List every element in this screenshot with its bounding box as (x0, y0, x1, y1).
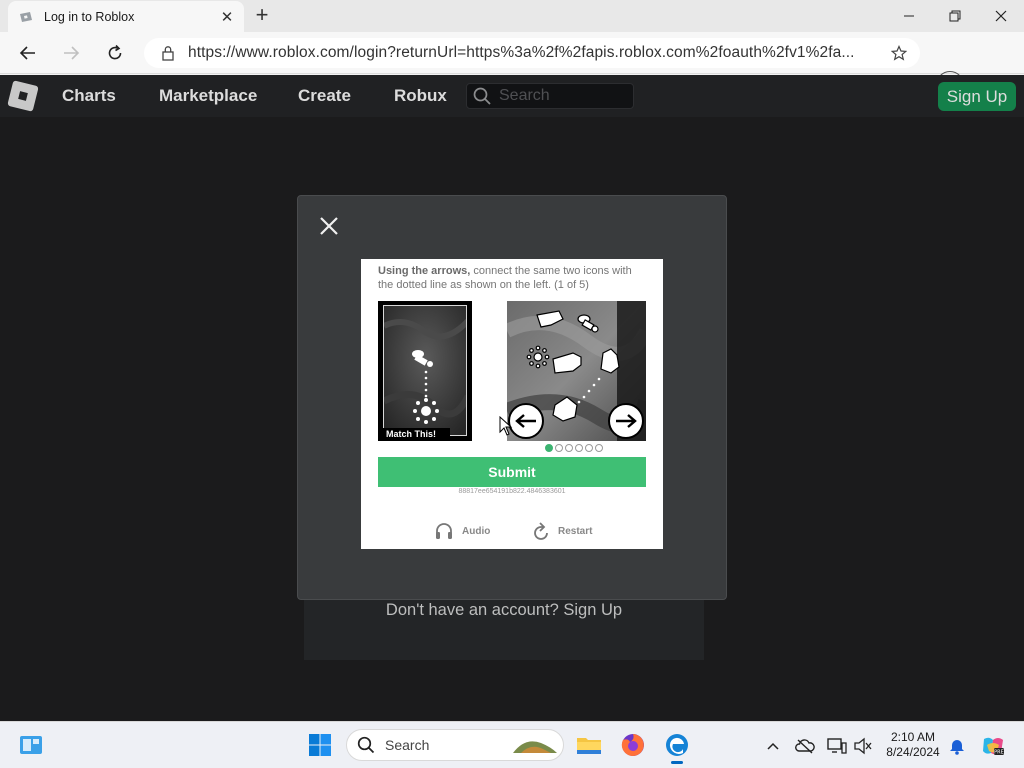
clock-time: 2:10 AM (890, 730, 936, 744)
page-indicator (545, 444, 609, 454)
show-hidden-icons-chevron-icon[interactable] (762, 735, 784, 757)
firefox-icon[interactable] (618, 730, 648, 760)
sun-burst-icon (413, 398, 439, 424)
captcha-instruction: Using the arrows, connect the same two i… (378, 264, 648, 292)
search-icon (473, 87, 491, 105)
forward-button[interactable] (56, 38, 86, 68)
notification-bell-icon[interactable] (946, 735, 968, 757)
search-highlight-image-icon (513, 741, 557, 753)
roblox-favicon-icon (18, 9, 34, 25)
roblox-nav-bar: Charts Marketplace Create Robux Search S… (0, 75, 1024, 117)
nav-link-robux[interactable]: Robux (394, 86, 447, 106)
signup-prompt[interactable]: Don't have an account? Sign Up (304, 601, 704, 620)
search-placeholder: Search (499, 87, 550, 104)
address-bar[interactable]: https://www.roblox.com/login?returnUrl=h… (144, 38, 920, 68)
minimize-button[interactable] (886, 0, 932, 32)
browser-tab-strip: Log in to Roblox ✕ + (0, 0, 1024, 32)
favorite-star-icon[interactable] (888, 45, 910, 61)
page-indicator-dot[interactable] (585, 444, 593, 452)
restart-label: Restart (558, 525, 593, 537)
browser-toolbar: https://www.roblox.com/login?returnUrl=h… (0, 32, 1024, 99)
restart-button[interactable]: Restart (532, 521, 592, 541)
page-indicator-dot[interactable] (545, 444, 553, 452)
new-tab-button[interactable]: + (250, 4, 274, 28)
arrow-right-icon (616, 414, 637, 428)
signup-button[interactable]: Sign Up (938, 82, 1016, 111)
system-clock[interactable]: 2:10 AM 8/24/2024 (880, 730, 946, 760)
arrow-left-button[interactable] (508, 403, 544, 439)
search-icon (357, 736, 375, 754)
reload-button[interactable] (100, 38, 130, 68)
roblox-search-input[interactable]: Search (466, 83, 634, 109)
back-button[interactable] (13, 38, 43, 68)
page-indicator-dot[interactable] (555, 444, 563, 452)
taskbar-search-input[interactable]: Search (346, 729, 564, 761)
edge-icon[interactable] (662, 730, 692, 764)
onedrive-offline-icon[interactable] (794, 735, 816, 757)
roblox-logo-icon[interactable] (7, 80, 39, 112)
clock-date: 8/24/2024 (886, 745, 940, 759)
arrow-left-icon (515, 414, 536, 428)
file-explorer-icon[interactable] (574, 730, 604, 760)
network-display-icon[interactable] (826, 735, 848, 757)
audio-button[interactable]: Audio (434, 521, 490, 541)
browser-tab[interactable]: Log in to Roblox ✕ (8, 1, 244, 32)
reference-image (383, 305, 467, 436)
tab-close-icon[interactable]: ✕ (218, 8, 236, 26)
nav-link-marketplace[interactable]: Marketplace (159, 86, 257, 106)
modal-close-icon[interactable] (317, 214, 341, 238)
submit-button[interactable]: Submit (378, 457, 646, 487)
lock-icon[interactable] (154, 45, 182, 61)
restart-icon (534, 522, 548, 540)
mouse-cursor-icon (499, 415, 513, 436)
reference-caption: Match This! (380, 428, 450, 441)
arrow-right-button[interactable] (608, 403, 644, 439)
page-indicator-dot[interactable] (565, 444, 573, 452)
volume-muted-icon[interactable] (852, 735, 874, 757)
copilot-icon[interactable]: PRE (980, 735, 1006, 757)
taskbar-search-placeholder: Search (385, 737, 430, 753)
session-id: 88817ee654191b822.4846383601 (458, 488, 566, 495)
audio-label: Audio (462, 525, 491, 537)
tab-title: Log in to Roblox (44, 9, 135, 24)
page-indicator-dot[interactable] (595, 444, 603, 452)
windows-taskbar: Search 2:10 AM 8/24/2024 PRE (0, 721, 1024, 768)
page-indicator-dot[interactable] (575, 444, 583, 452)
svg-text:PRE: PRE (994, 750, 1004, 756)
nav-link-create[interactable]: Create (298, 86, 351, 106)
url-text[interactable]: https://www.roblox.com/login?returnUrl=h… (188, 44, 882, 62)
widgets-icon[interactable] (18, 733, 44, 757)
headphones-icon (436, 523, 452, 539)
window-close-button[interactable] (978, 0, 1024, 32)
start-button-windows-icon[interactable] (308, 733, 332, 757)
restore-button[interactable] (932, 0, 978, 32)
instruction-bold: Using the arrows, (378, 265, 471, 277)
nav-link-charts[interactable]: Charts (62, 86, 116, 106)
